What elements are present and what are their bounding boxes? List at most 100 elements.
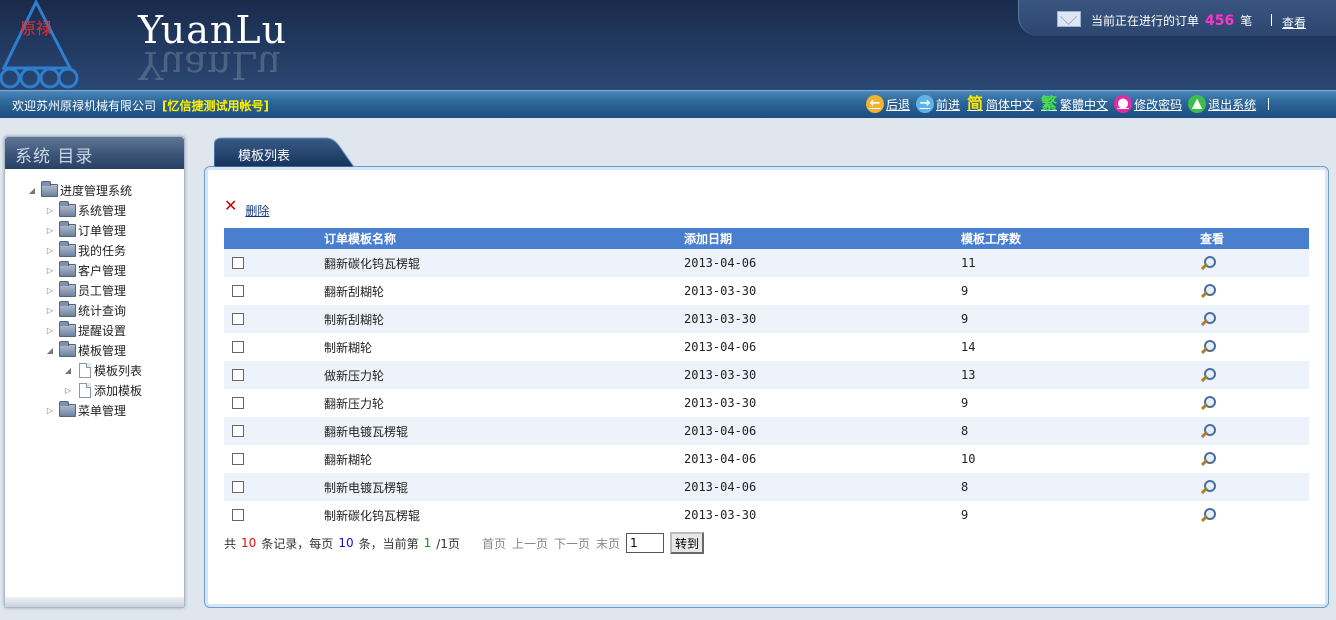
- magnifier-icon[interactable]: [1200, 311, 1216, 327]
- view-cell: [1200, 333, 1309, 361]
- next-page-link[interactable]: 下一页: [554, 535, 590, 552]
- tree-node-reminders[interactable]: ▷ 提醒设置: [45, 320, 127, 339]
- magnifier-icon[interactable]: [1200, 479, 1216, 495]
- magnifier-icon[interactable]: [1200, 255, 1216, 271]
- tree-node-add-template[interactable]: ▷ 添加模板: [63, 381, 142, 399]
- first-page-link[interactable]: 首页: [482, 535, 506, 552]
- tree-node-label: 模板列表: [94, 363, 143, 378]
- magnifier-icon[interactable]: [1200, 283, 1216, 299]
- table-row: 翻新电镀瓦楞辊 2013-04-06 8: [224, 417, 1309, 445]
- forward-button[interactable]: → 前进: [916, 95, 960, 113]
- magnifier-icon[interactable]: [1200, 451, 1216, 467]
- tree-node-employees[interactable]: ▷ 员工管理: [45, 280, 127, 299]
- back-label: 后退: [886, 97, 911, 112]
- steps-cell: 11: [961, 249, 1200, 277]
- delete-action[interactable]: ✕ 删除: [224, 192, 269, 219]
- table-row: 制新电镀瓦楞辊 2013-04-06 8: [224, 473, 1309, 501]
- sidebar-title: 系统 目录: [5, 137, 184, 169]
- select-cell: [224, 333, 324, 361]
- collapsed-arrow-icon[interactable]: ▷: [45, 406, 55, 415]
- tree-node-orders[interactable]: ▷ 订单管理: [45, 220, 127, 239]
- table-row: 做新压力轮 2013-03-30 13: [224, 361, 1309, 389]
- pagination: 共 10 条记录，每页 10 条，当前第 1 /1页 首页 上一页 下一页 末页…: [224, 532, 705, 554]
- tree-node-statistics[interactable]: ▷ 统计查询: [45, 300, 126, 319]
- expanded-arrow-icon[interactable]: ◢: [45, 346, 55, 355]
- steps-cell: 9: [961, 277, 1200, 305]
- tree-node-label: 员工管理: [78, 283, 127, 298]
- prev-page-link[interactable]: 上一页: [512, 535, 548, 552]
- select-cell: [224, 361, 324, 389]
- view-orders-link[interactable]: 查看: [1282, 14, 1306, 31]
- tree-node-root[interactable]: ◢ 进度管理系统: [27, 180, 132, 199]
- lock-icon: ●: [1114, 95, 1133, 113]
- steps-cell: 14: [961, 333, 1200, 361]
- page-number-input[interactable]: [626, 533, 664, 553]
- template-name-cell: 翻新刮糊轮: [324, 277, 684, 305]
- collapsed-arrow-icon[interactable]: ▷: [45, 286, 55, 295]
- folder-icon: [59, 240, 76, 257]
- folder-icon: [59, 340, 76, 357]
- date-cell: 2013-04-06: [684, 445, 961, 473]
- collapsed-arrow-icon[interactable]: ▷: [45, 246, 55, 255]
- row-checkbox[interactable]: [232, 257, 244, 269]
- collapsed-arrow-icon[interactable]: ▷: [45, 206, 55, 215]
- traditional-chinese-button[interactable]: 繁繁體中文: [1040, 95, 1108, 113]
- template-name-cell: 制新糊轮: [324, 333, 684, 361]
- collapsed-arrow-icon[interactable]: ▷: [63, 386, 73, 395]
- tree-node-label: 提醒设置: [78, 323, 127, 338]
- tree-node-label: 订单管理: [78, 223, 127, 238]
- logout-button[interactable]: ▲ 退出系统: [1188, 95, 1256, 113]
- column-header-date: 添加日期: [684, 228, 961, 249]
- sidebar-footer: [5, 597, 184, 607]
- goto-button[interactable]: 转到: [670, 532, 705, 554]
- date-cell: 2013-03-30: [684, 305, 961, 333]
- row-checkbox[interactable]: [232, 369, 244, 381]
- magnifier-icon[interactable]: [1200, 507, 1216, 523]
- tab-template-list[interactable]: 模板列表: [214, 137, 362, 167]
- collapsed-arrow-icon[interactable]: ▷: [45, 306, 55, 315]
- simplified-chinese-button[interactable]: 简简体中文: [966, 95, 1034, 113]
- tree-node-templates[interactable]: ◢ 模板管理: [45, 340, 126, 359]
- tree-node-menus[interactable]: ▷ 菜单管理: [45, 400, 126, 419]
- magnifier-icon[interactable]: [1200, 423, 1216, 439]
- steps-cell: 10: [961, 445, 1200, 473]
- tree-node-tasks[interactable]: ▷ 我的任务: [45, 240, 126, 259]
- row-checkbox[interactable]: [232, 397, 244, 409]
- change-password-button[interactable]: ● 修改密码: [1114, 95, 1182, 113]
- tree-node-template-list[interactable]: ◢ 模板列表: [63, 361, 142, 379]
- delete-x-icon[interactable]: ✕: [224, 197, 237, 213]
- date-cell: 2013-03-30: [684, 389, 961, 417]
- order-status-text: 当前正在进行的订单 456 笔: [1091, 12, 1252, 29]
- expanded-arrow-icon[interactable]: ◢: [27, 186, 37, 195]
- magnifier-icon[interactable]: [1200, 395, 1216, 411]
- view-cell: [1200, 501, 1309, 529]
- row-checkbox[interactable]: [232, 453, 244, 465]
- steps-cell: 9: [961, 501, 1200, 529]
- template-name-cell: 翻新电镀瓦楞辊: [324, 417, 684, 445]
- row-checkbox[interactable]: [232, 341, 244, 353]
- tab-label: 模板列表: [238, 149, 291, 164]
- row-checkbox[interactable]: [232, 425, 244, 437]
- view-cell: [1200, 389, 1309, 417]
- collapsed-arrow-icon[interactable]: ▷: [45, 226, 55, 235]
- tree-node-customers[interactable]: ▷ 客户管理: [45, 260, 126, 279]
- expanded-arrow-icon[interactable]: ◢: [63, 366, 73, 375]
- folder-icon: [59, 200, 76, 217]
- row-checkbox[interactable]: [232, 481, 244, 493]
- tree-node-system[interactable]: ▷ 系统管理: [45, 200, 126, 219]
- steps-cell: 9: [961, 305, 1200, 333]
- delete-link[interactable]: 删除: [245, 202, 269, 219]
- row-checkbox[interactable]: [232, 285, 244, 297]
- collapsed-arrow-icon[interactable]: ▷: [45, 326, 55, 335]
- magnifier-icon[interactable]: [1200, 367, 1216, 383]
- row-checkbox[interactable]: [232, 509, 244, 521]
- template-name-cell: 制新刮糊轮: [324, 305, 684, 333]
- collapsed-arrow-icon[interactable]: ▷: [45, 266, 55, 275]
- view-cell: [1200, 277, 1309, 305]
- last-page-link[interactable]: 末页: [596, 535, 620, 552]
- magnifier-icon[interactable]: [1200, 339, 1216, 355]
- row-checkbox[interactable]: [232, 313, 244, 325]
- simplified-label: 简体中文: [986, 97, 1035, 112]
- template-name-cell: 做新压力轮: [324, 361, 684, 389]
- back-button[interactable]: ← 后退: [866, 95, 910, 113]
